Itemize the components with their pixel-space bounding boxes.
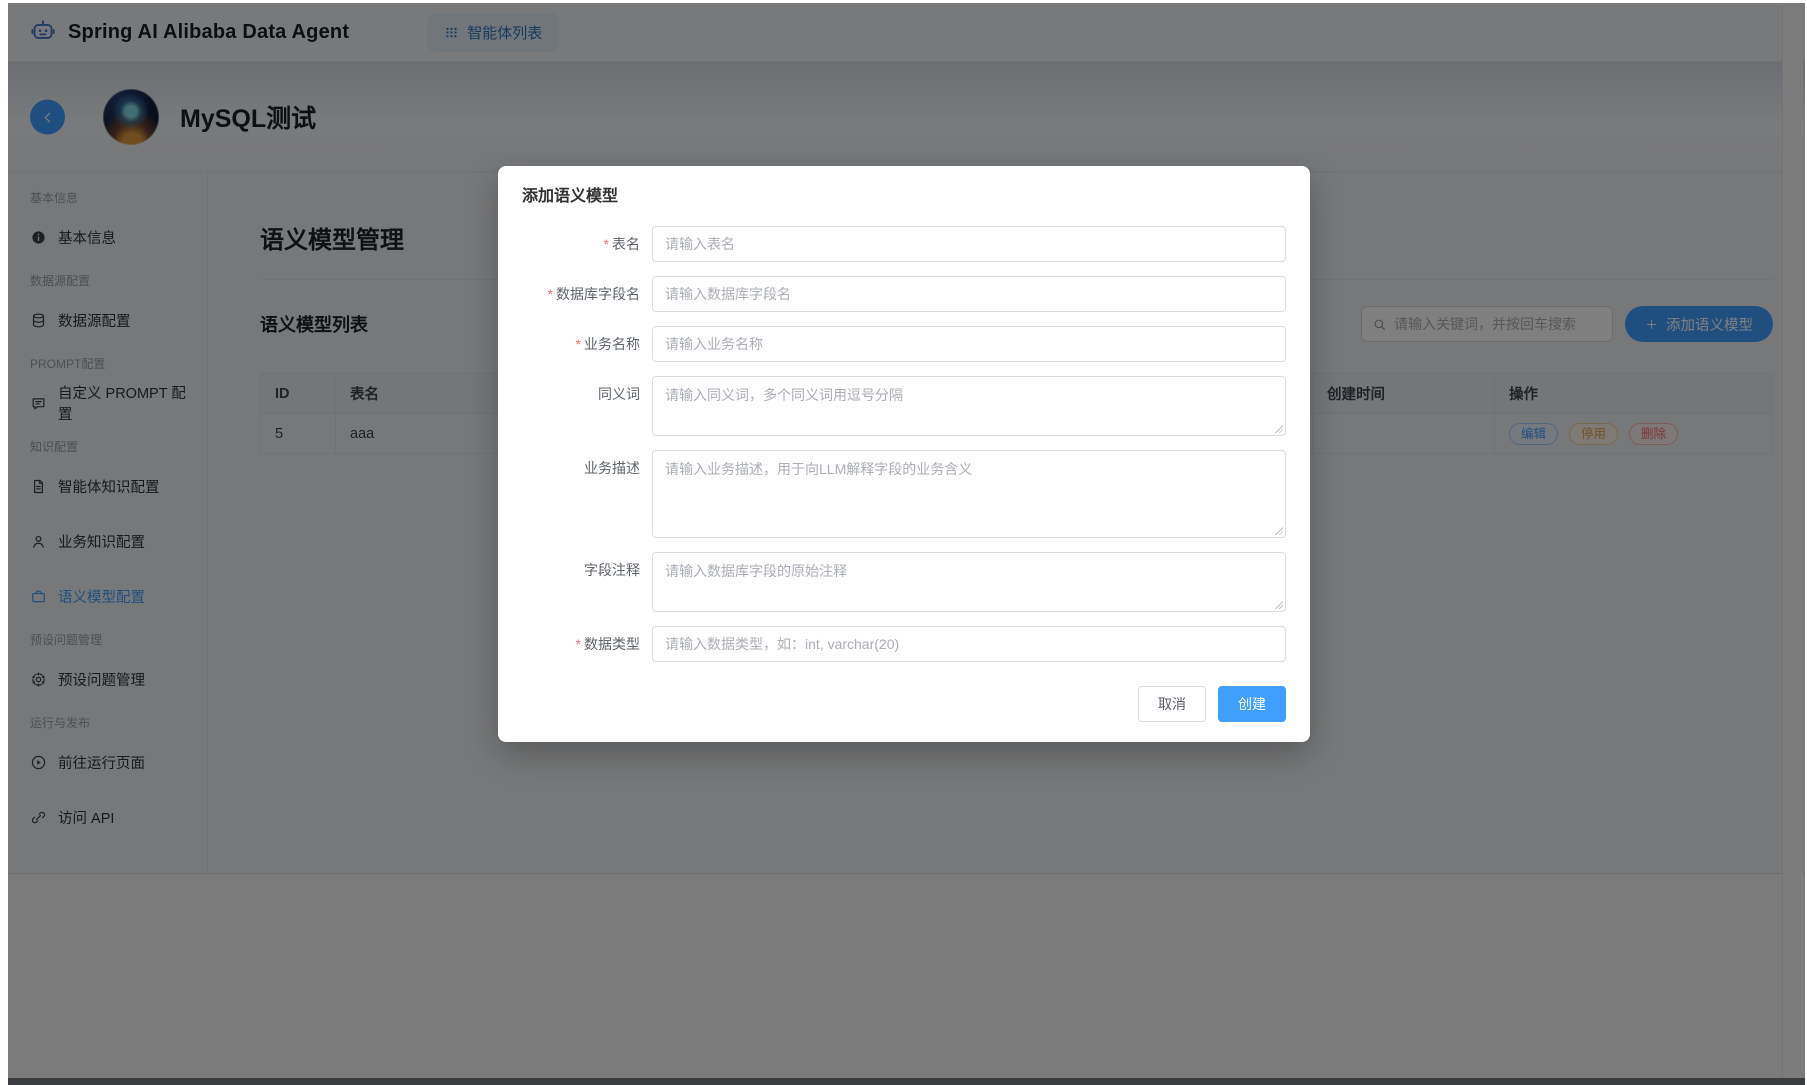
field-label-business-name: *业务名称	[522, 326, 640, 362]
textarea-wrap	[652, 552, 1286, 612]
screen-bottom-edge	[8, 1078, 1807, 1085]
field-label-db-field-name: *数据库字段名	[522, 276, 640, 312]
required-mark: *	[548, 286, 553, 302]
window-edge-top	[0, 0, 1807, 3]
add-semantic-model-dialog: 添加语义模型 *表名 *数据库字段名 *业务名称同义词业务描述字段注释 *数据类型 取…	[498, 166, 1310, 742]
modal-footer: 取消 创建	[522, 686, 1286, 722]
business-description-input[interactable]	[652, 450, 1286, 538]
required-mark: *	[576, 636, 581, 652]
cancel-button[interactable]: 取消	[1138, 686, 1206, 722]
close-icon[interactable]	[1286, 184, 1290, 192]
window-edge-left	[0, 0, 8, 1085]
required-mark: *	[576, 336, 581, 352]
field-label-synonyms: 同义词	[522, 376, 640, 412]
table-name-input[interactable]	[652, 226, 1286, 262]
field-label-business-description: 业务描述	[522, 450, 640, 486]
field-label-table-name: *表名	[522, 226, 640, 262]
required-mark: *	[604, 236, 609, 252]
create-button[interactable]: 创建	[1218, 686, 1286, 722]
field-label-field-comment: 字段注释	[522, 552, 640, 588]
synonyms-input[interactable]	[652, 376, 1286, 436]
data-type-input[interactable]	[652, 626, 1286, 662]
textarea-wrap	[652, 450, 1286, 538]
field-label-data-type: *数据类型	[522, 626, 640, 662]
modal-form: *表名 *数据库字段名 *业务名称同义词业务描述字段注释 *数据类型	[522, 226, 1286, 662]
textarea-wrap	[652, 376, 1286, 436]
business-name-input[interactable]	[652, 326, 1286, 362]
field-comment-input[interactable]	[652, 552, 1286, 612]
modal-title: 添加语义模型	[522, 186, 1286, 208]
db-field-name-input[interactable]	[652, 276, 1286, 312]
